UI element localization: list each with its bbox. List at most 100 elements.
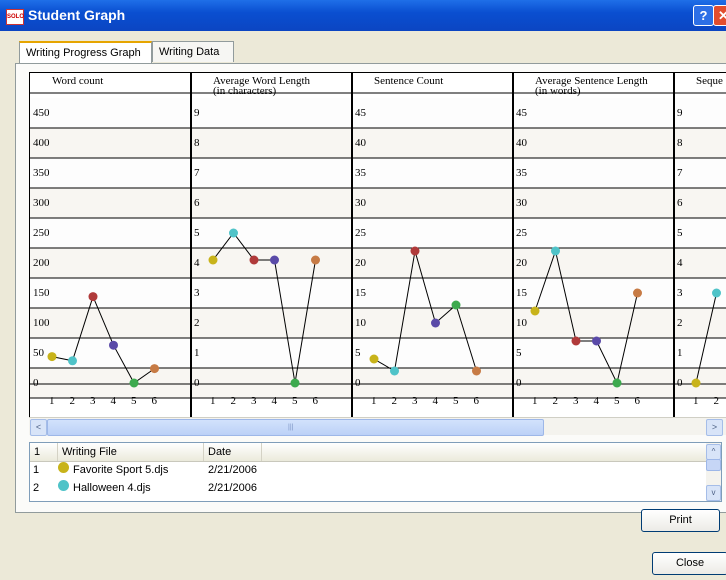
progress-graph: Word count 0 50 100 150 200 250 300 350 400 450 1 2 3…	[29, 72, 726, 418]
y-tick-label: 25	[355, 227, 367, 239]
grid-band	[30, 278, 726, 308]
x-tick-label: 6	[152, 395, 158, 407]
y-tick-label: 2	[677, 317, 683, 329]
y-tick-label: 30	[516, 197, 528, 209]
data-point	[270, 255, 279, 265]
data-point	[208, 255, 218, 265]
column-date[interactable]: Date	[204, 443, 262, 461]
list-item[interactable]: 2 Halloween 4.djs 2/21/2006	[30, 480, 706, 497]
y-tick-label: 10	[355, 317, 367, 329]
y-tick-label: 5	[516, 347, 522, 359]
data-point	[311, 255, 320, 265]
file-name: Favorite Sport 5.djs	[73, 464, 169, 476]
x-tick-label: 5	[614, 395, 620, 407]
x-tick-label: 1	[532, 395, 538, 407]
y-tick-label: 45	[355, 107, 367, 119]
grid-band	[30, 308, 726, 338]
x-tick-label: 5	[292, 395, 298, 407]
x-tick-label: 1	[693, 395, 699, 407]
x-tick-label: 1	[371, 395, 377, 407]
scroll-grip-icon: |||	[288, 424, 294, 431]
y-tick-label: 35	[516, 167, 528, 179]
data-point	[150, 364, 159, 374]
list-vertical-scrollbar[interactable]: ^ v	[706, 443, 721, 501]
column-number[interactable]: 1	[30, 443, 58, 461]
file-name: Halloween 4.djs	[73, 482, 151, 494]
x-tick-label: 6	[474, 395, 480, 407]
data-point	[691, 378, 701, 388]
data-point	[551, 246, 560, 256]
column-writing-file[interactable]: Writing File	[58, 443, 204, 461]
scroll-up-icon[interactable]: ^	[706, 444, 721, 460]
graph-canvas: Word count0501001502002503003504004501 2 3…	[30, 73, 726, 417]
data-point	[431, 318, 440, 328]
y-tick-label: 0	[194, 377, 200, 389]
data-point	[410, 246, 420, 256]
row-number: 2	[33, 482, 40, 494]
data-point	[592, 336, 601, 346]
x-tick-label: 3	[251, 395, 257, 407]
title-bar[interactable]: SOLO Student Graph ? ✕	[0, 0, 726, 31]
x-tick-label: 4	[272, 395, 278, 407]
y-tick-label: 7	[677, 167, 683, 179]
x-tick-label: 6	[635, 395, 641, 407]
x-tick-label: 2	[714, 395, 720, 407]
data-point	[229, 228, 238, 238]
x-tick-label: 2	[392, 395, 398, 407]
y-tick-label: 9	[677, 107, 683, 119]
y-tick-label: 5	[677, 227, 683, 239]
tab-writing-progress-graph[interactable]: Writing Progress Graph	[19, 41, 152, 64]
y-tick-label: 15	[355, 287, 367, 299]
y-tick-label: 7	[194, 167, 200, 179]
file-date: 2/21/2006	[208, 482, 257, 494]
y-tick-label: 20	[516, 257, 528, 269]
y-tick-label: 10	[516, 317, 528, 329]
y-tick-label: 25	[516, 227, 528, 239]
y-tick-label: 15	[516, 287, 528, 299]
y-tick-label: 9	[194, 107, 200, 119]
print-button[interactable]: Print	[641, 509, 720, 532]
grid-band	[30, 98, 726, 128]
grid-band	[30, 248, 726, 278]
data-point	[369, 354, 379, 364]
y-tick-label: 300	[33, 197, 50, 209]
writing-file-list: 1 Writing File Date 1 Favorite Sport 5.d…	[29, 442, 722, 502]
y-tick-label: 4	[677, 257, 683, 269]
y-tick-label: 35	[355, 167, 367, 179]
data-point	[109, 340, 118, 350]
close-button[interactable]: Close	[652, 552, 726, 575]
x-tick-label: 6	[313, 395, 319, 407]
scroll-thumb[interactable]: |||	[47, 419, 544, 436]
scroll-right-icon[interactable]: >	[706, 419, 723, 436]
data-point	[249, 255, 259, 265]
window-close-button[interactable]: ✕	[713, 5, 726, 26]
y-tick-label: 1	[194, 347, 200, 359]
data-point	[390, 366, 399, 376]
x-tick-label: 2	[553, 395, 559, 407]
grid-band	[30, 188, 726, 218]
y-tick-label: 0	[516, 377, 522, 389]
y-tick-label: 6	[677, 197, 683, 209]
list-scroll-thumb[interactable]	[706, 459, 721, 471]
scroll-left-icon[interactable]: <	[30, 419, 47, 436]
list-item[interactable]: 1 Favorite Sport 5.djs 2/21/2006	[30, 462, 706, 479]
y-tick-label: 450	[33, 107, 50, 119]
tab-writing-data[interactable]: Writing Data	[152, 41, 234, 62]
data-point	[451, 300, 461, 310]
help-button[interactable]: ?	[693, 5, 714, 26]
y-tick-label: 50	[33, 347, 45, 359]
y-tick-label: 45	[516, 107, 528, 119]
x-tick-label: 4	[433, 395, 439, 407]
x-tick-label: 1	[210, 395, 216, 407]
y-tick-label: 5	[194, 227, 200, 239]
color-dot-icon	[58, 462, 69, 473]
y-tick-label: 0	[33, 377, 39, 389]
scroll-down-icon[interactable]: v	[706, 485, 721, 501]
x-tick-label: 2	[70, 395, 76, 407]
grid-band	[30, 128, 726, 158]
y-tick-label: 3	[194, 287, 200, 299]
y-tick-label: 6	[194, 197, 200, 209]
x-tick-label: 4	[594, 395, 600, 407]
chart-title: (in characters)	[213, 85, 277, 97]
horizontal-scrollbar[interactable]: < ||| >	[29, 417, 726, 436]
